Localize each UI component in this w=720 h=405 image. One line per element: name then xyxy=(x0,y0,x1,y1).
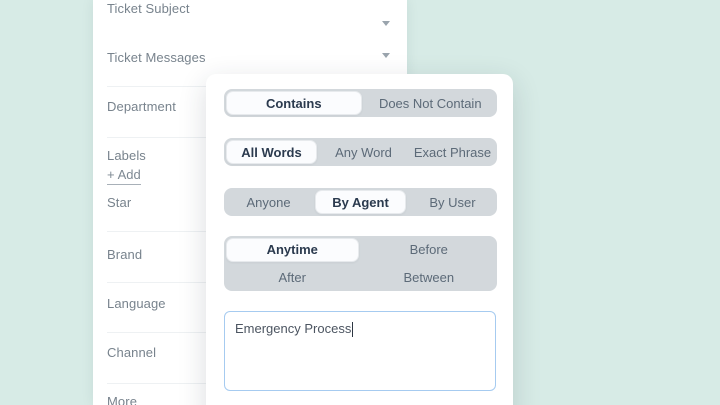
sidebar-item-channel[interactable]: Channel xyxy=(107,345,156,360)
segment-does-not-contain[interactable]: Does Not Contain xyxy=(364,89,498,117)
segment-before[interactable]: Before xyxy=(361,236,498,264)
chevron-down-icon[interactable] xyxy=(382,21,390,26)
sidebar-item-language[interactable]: Language xyxy=(107,296,166,311)
screen: Ticket Subject Ticket Messages Departmen… xyxy=(0,0,720,405)
segment-contains[interactable]: Contains xyxy=(226,91,362,115)
segment-anyone[interactable]: Anyone xyxy=(224,188,313,216)
sidebar-item-labels[interactable]: Labels xyxy=(107,148,146,163)
plus-icon: + xyxy=(107,167,115,182)
add-label-button[interactable]: +Add xyxy=(107,167,141,185)
segmented-control-contains-mode: Contains Does Not Contain xyxy=(224,89,497,117)
search-text-value: Emergency Process xyxy=(235,321,351,336)
segmented-control-time-range: Anytime Before After Between xyxy=(224,236,497,291)
chevron-down-icon[interactable] xyxy=(382,53,390,58)
sidebar-item-department[interactable]: Department xyxy=(107,99,176,114)
segment-between[interactable]: Between xyxy=(361,264,498,292)
search-filter-popup: Contains Does Not Contain All Words Any … xyxy=(206,74,513,405)
sidebar-item-ticket-subject[interactable]: Ticket Subject xyxy=(107,1,190,16)
sidebar-item-more[interactable]: More xyxy=(107,394,137,405)
sidebar-item-star[interactable]: Star xyxy=(107,195,131,210)
segment-exact-phrase[interactable]: Exact Phrase xyxy=(408,138,497,166)
segment-any-word[interactable]: Any Word xyxy=(319,138,408,166)
segmented-control-author-type: Anyone By Agent By User xyxy=(224,188,497,216)
segment-all-words[interactable]: All Words xyxy=(226,140,317,164)
add-label-text: Add xyxy=(118,167,141,182)
search-text-input[interactable]: Emergency Process xyxy=(224,311,496,391)
segment-by-user[interactable]: By User xyxy=(408,188,497,216)
sidebar-item-brand[interactable]: Brand xyxy=(107,247,142,262)
segment-by-agent[interactable]: By Agent xyxy=(315,190,406,214)
segment-anytime[interactable]: Anytime xyxy=(226,238,359,262)
segmented-control-word-match: All Words Any Word Exact Phrase xyxy=(224,138,497,166)
segment-after[interactable]: After xyxy=(224,264,361,292)
text-cursor xyxy=(352,322,353,337)
sidebar-item-ticket-messages[interactable]: Ticket Messages xyxy=(107,50,206,65)
